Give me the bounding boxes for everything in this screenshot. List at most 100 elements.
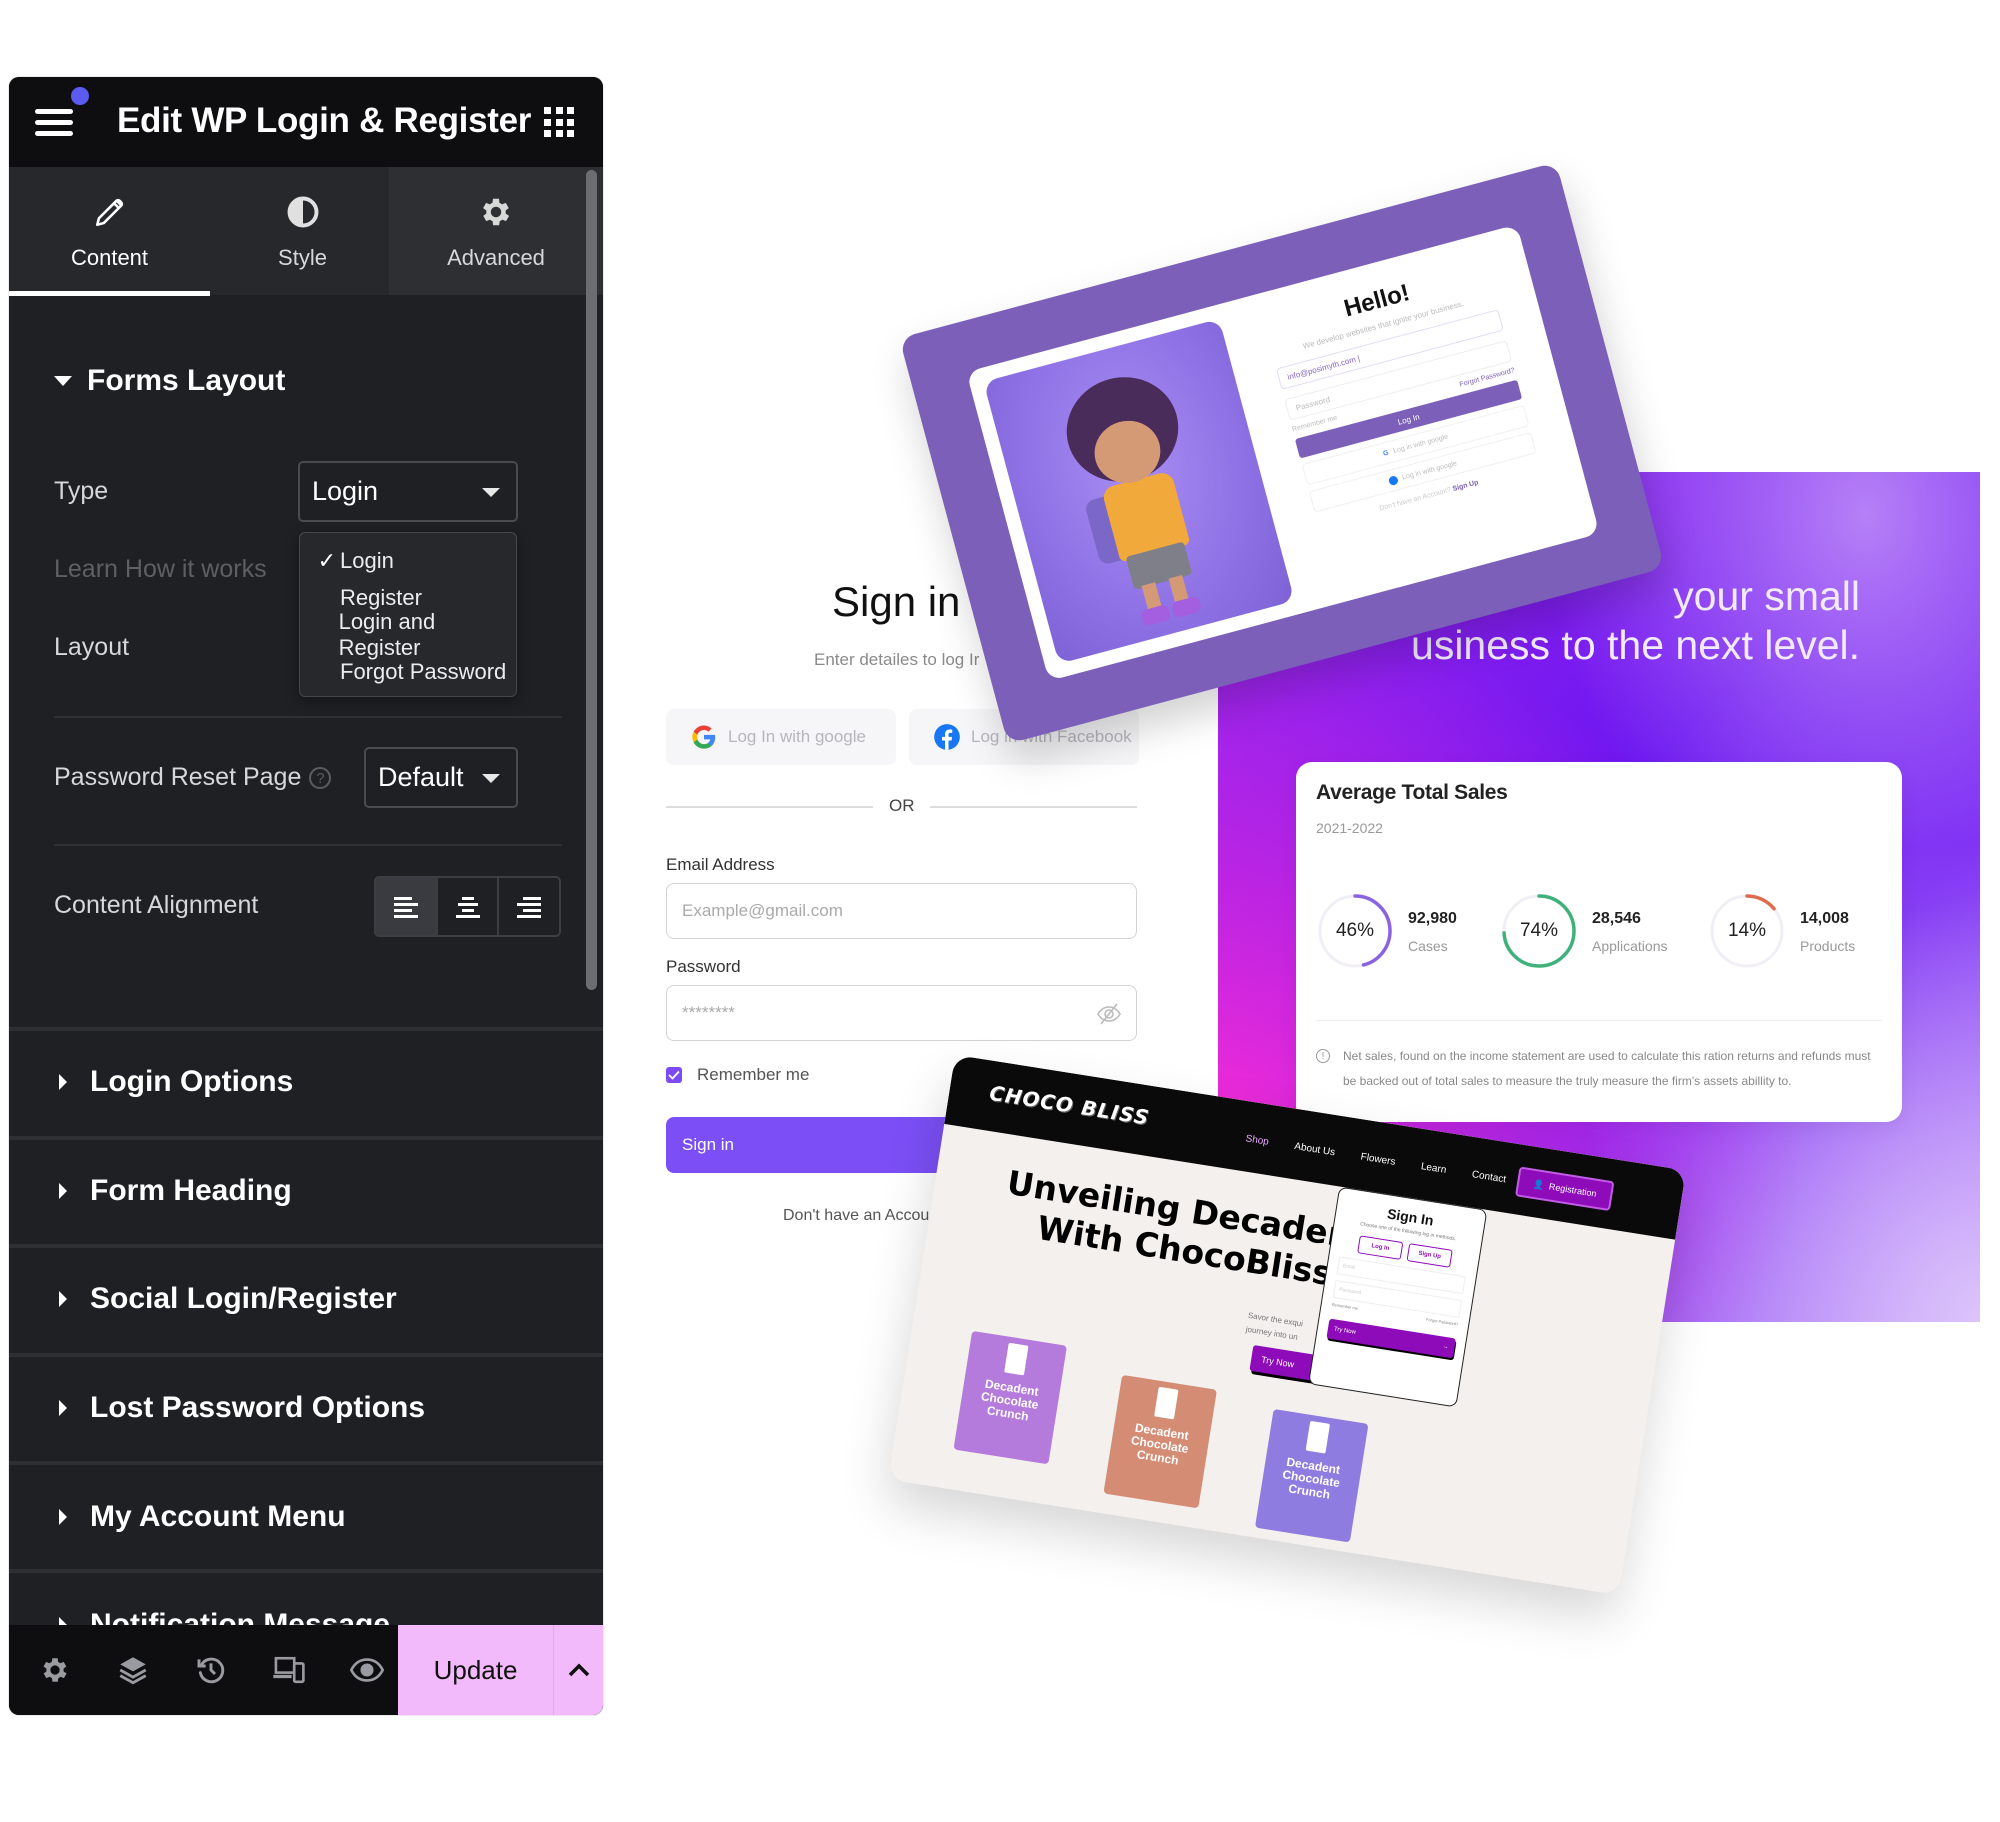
nav-link-about-us[interactable]: About Us <box>1294 1141 1336 1158</box>
password-reset-select[interactable]: Default <box>364 747 518 808</box>
sales-note: ! Net sales, found on the income stateme… <box>1316 1044 1886 1094</box>
pencil-icon <box>93 193 127 231</box>
dropdown-option-forgot-password[interactable]: Forgot Password <box>300 653 516 690</box>
chocobliss-nav-links: Shop About Us Flowers Learn Contact <box>1245 1133 1507 1185</box>
nav-link-contact[interactable]: Contact <box>1471 1169 1507 1185</box>
nav-link-flowers[interactable]: Flowers <box>1360 1152 1396 1168</box>
align-center-icon <box>455 896 480 918</box>
remember-me-label: Remember me <box>697 1065 810 1084</box>
panel-title: Edit WP Login & Register <box>117 101 532 140</box>
stat-percent: 14% <box>1727 920 1767 941</box>
tab-advanced-label: Advanced <box>447 245 545 270</box>
preview-eye-icon[interactable] <box>347 1651 387 1689</box>
apps-grid-icon[interactable] <box>544 107 574 137</box>
section-title: Forms Layout <box>87 364 286 397</box>
content-alignment-label: Content Alignment <box>54 891 259 919</box>
divider <box>930 806 1137 808</box>
align-right-icon <box>517 896 542 918</box>
nav-link-learn[interactable]: Learn <box>1420 1161 1447 1176</box>
hello-signup-link[interactable]: Sign Up <box>1452 479 1479 493</box>
chevron-down-icon <box>482 774 500 783</box>
section-title: Social Login/Register <box>90 1282 397 1315</box>
learn-how-link[interactable]: Learn How it works <box>54 555 267 584</box>
stat-label: Applications <box>1592 938 1668 954</box>
section-my-account-menu[interactable]: My Account Menu <box>54 1500 346 1534</box>
popup-forgot-password[interactable]: Forgot Password? <box>1426 1317 1459 1327</box>
google-login-button[interactable]: Log In with google <box>666 709 896 765</box>
popup-try-now-button[interactable]: Try Now → <box>1326 1318 1456 1359</box>
tab-style[interactable]: Style <box>210 167 395 295</box>
stat-label: Cases <box>1408 938 1448 954</box>
section-lost-password-options[interactable]: Lost Password Options <box>54 1391 425 1425</box>
divider <box>54 844 562 846</box>
help-icon[interactable]: ? <box>309 767 332 790</box>
option-label: Register <box>340 584 422 610</box>
align-left-icon <box>393 896 418 918</box>
stat-applications: 74% 28,546 Applications <box>1500 892 1700 972</box>
chocobliss-logo[interactable]: CHOCO BLISS <box>988 1081 1151 1130</box>
section-separator <box>9 1353 603 1357</box>
notification-dot <box>71 87 89 105</box>
history-icon[interactable] <box>191 1651 231 1689</box>
popup-login-tab[interactable]: Log In <box>1357 1235 1404 1260</box>
arrow-right-icon: → <box>1442 1343 1449 1351</box>
divider <box>666 806 873 808</box>
stat-value: 28,546 <box>1592 910 1641 927</box>
facebook-icon <box>1387 474 1399 486</box>
popup-remember-me[interactable]: Remember me <box>1331 1302 1358 1311</box>
or-separator: OR <box>889 796 915 815</box>
tab-content[interactable]: Content <box>9 167 210 295</box>
layers-icon[interactable] <box>113 1651 153 1689</box>
registration-label: Registration <box>1548 1181 1598 1199</box>
option-label: Login and Register <box>338 608 436 660</box>
settings-icon[interactable] <box>35 1651 75 1689</box>
section-social-login-register[interactable]: Social Login/Register <box>54 1282 397 1316</box>
remember-me-checkbox[interactable]: Remember me <box>666 1065 809 1085</box>
update-options-button[interactable] <box>553 1625 603 1715</box>
dropdown-option-login-and-register[interactable]: Login and Register <box>300 609 516 660</box>
snack-label: Decadent Chocolate Crunch <box>1281 1454 1342 1502</box>
average-total-sales-card: Average Total Sales 2021-2022 46% 92,980… <box>1296 762 1902 1122</box>
character-illustration <box>983 318 1295 664</box>
eye-off-icon[interactable] <box>1096 1002 1122 1026</box>
active-tab-indicator <box>9 291 210 296</box>
nav-link-shop[interactable]: Shop <box>1245 1133 1270 1148</box>
section-login-options[interactable]: Login Options <box>54 1065 293 1099</box>
password-input[interactable]: ******** <box>666 985 1137 1041</box>
caret-right-icon <box>59 1400 67 1416</box>
panel-header: Edit WP Login & Register <box>9 77 603 167</box>
tab-advanced[interactable]: Advanced <box>389 167 603 295</box>
align-center-button[interactable] <box>438 878 500 935</box>
half-circle-icon <box>285 193 321 231</box>
responsive-icon[interactable] <box>269 1651 309 1689</box>
stat-value: 92,980 <box>1408 910 1457 927</box>
registration-button[interactable]: 👤 Registration <box>1514 1166 1615 1212</box>
align-right-button[interactable] <box>499 878 559 935</box>
section-title: My Account Menu <box>90 1500 346 1533</box>
stat-label: Products <box>1800 938 1856 954</box>
update-button[interactable]: Update <box>398 1625 553 1715</box>
email-input[interactable]: Example@gmail.com <box>666 883 1137 939</box>
stat-value: 14,008 <box>1800 910 1849 927</box>
popup-try-now-label: Try Now <box>1333 1326 1357 1336</box>
checkmark-icon: ✓ <box>317 547 336 573</box>
chocobliss-description: Savor the exqui journey into un <box>1245 1309 1304 1345</box>
panel-scrollbar[interactable] <box>586 170 597 990</box>
hello-facebook-label: Log in with google <box>1401 459 1458 482</box>
chevron-down-icon <box>482 488 500 497</box>
password-reset-text: Password Reset Page <box>54 763 302 791</box>
section-separator <box>9 1027 603 1031</box>
caret-right-icon <box>59 1509 67 1525</box>
tab-style-label: Style <box>278 245 327 270</box>
section-forms-layout[interactable]: Forms Layout <box>54 364 285 398</box>
section-form-heading[interactable]: Form Heading <box>54 1174 292 1208</box>
align-left-button[interactable] <box>376 878 438 935</box>
type-label: Type <box>54 477 109 505</box>
user-icon: 👤 <box>1532 1178 1545 1190</box>
type-select[interactable]: Login <box>298 461 518 522</box>
info-icon: ! <box>1316 1049 1330 1063</box>
dropdown-option-login[interactable]: ✓ Login <box>300 542 516 579</box>
menu-hamburger-icon[interactable] <box>35 109 73 137</box>
tab-content-label: Content <box>70 245 149 270</box>
popup-signup-tab[interactable]: Sign Up <box>1406 1243 1453 1268</box>
